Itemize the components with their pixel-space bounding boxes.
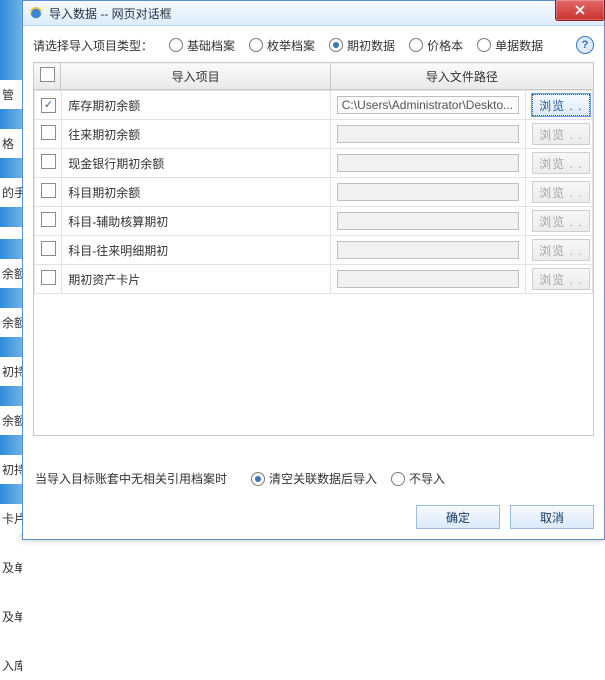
row-checkbox[interactable]: [41, 270, 56, 285]
radio-label: 单据数据: [495, 37, 543, 54]
type-radio[interactable]: 枚举档案: [249, 37, 315, 54]
header-path: 导入文件路径: [330, 63, 593, 90]
row-checkbox[interactable]: [41, 183, 56, 198]
dialog-title: 导入数据 -- 网页对话框: [49, 5, 172, 22]
type-radio[interactable]: 单据数据: [477, 37, 543, 54]
radio-icon: [391, 472, 405, 486]
cancel-button[interactable]: 取消: [510, 505, 594, 529]
row-item-label: 现金银行期初余额: [62, 149, 331, 178]
type-row: 请选择导入项目类型： 基础档案 枚举档案 期初数据 价格本 单据数据 ?: [33, 34, 594, 62]
row-path-input: [337, 270, 519, 288]
checkbox-icon: [40, 67, 55, 82]
sidebar-fragment: 的手: [0, 178, 22, 207]
sidebar-fragment: 及单: [0, 602, 22, 631]
help-icon[interactable]: ?: [576, 36, 594, 54]
footer-radio[interactable]: 清空关联数据后导入: [251, 470, 377, 487]
sidebar-fragment: 余额: [0, 406, 22, 435]
footer-options: 当导入目标账套中无相关引用档案时 清空关联数据后导入 不导入: [33, 466, 594, 491]
browse-button: 浏览 . .: [532, 152, 590, 174]
dialog-titlebar: 导入数据 -- 网页对话框: [23, 1, 604, 26]
sidebar-fragment: 格: [0, 129, 22, 158]
row-path-input: [337, 183, 519, 201]
radio-label: 价格本: [427, 37, 463, 54]
table-row: 期初资产卡片 浏览 . .: [35, 265, 593, 294]
row-checkbox[interactable]: [41, 98, 56, 113]
dialog-content: 请选择导入项目类型： 基础档案 枚举档案 期初数据 价格本 单据数据 ? 导入项目 导入…: [23, 26, 604, 539]
header-check-all[interactable]: [34, 63, 61, 90]
sidebar-fragment: 余额: [0, 308, 22, 337]
row-item-label: 库存期初余额: [62, 91, 331, 120]
type-label: 请选择导入项目类型：: [33, 37, 153, 54]
row-item-label: 科目期初余额: [62, 178, 331, 207]
table-row: 往来期初余额 浏览 . .: [35, 120, 593, 149]
type-radio[interactable]: 基础档案: [169, 37, 235, 54]
browse-button[interactable]: 浏览 . .: [532, 94, 590, 116]
row-item-label: 往来期初余额: [62, 120, 331, 149]
radio-icon: [169, 38, 183, 52]
radio-label: 清空关联数据后导入: [269, 470, 377, 487]
browse-button: 浏览 . .: [532, 181, 590, 203]
radio-label: 不导入: [409, 470, 445, 487]
browse-button: 浏览 . .: [532, 210, 590, 232]
type-radio[interactable]: 期初数据: [329, 37, 395, 54]
import-dialog: 导入数据 -- 网页对话框 请选择导入项目类型： 基础档案 枚举档案 期初数据 价格本…: [22, 0, 605, 540]
row-path-input: [337, 125, 519, 143]
radio-label: 基础档案: [187, 37, 235, 54]
sidebar-fragment: 卡片: [0, 504, 22, 533]
footer-radio[interactable]: 不导入: [391, 470, 445, 487]
radio-icon: [477, 38, 491, 52]
row-item-label: 科目-往来明细期初: [62, 236, 331, 265]
table-row: 科目-辅助核算期初 浏览 . .: [35, 207, 593, 236]
import-grid-header: 导入项目 导入文件路径: [33, 62, 594, 90]
header-item: 导入项目: [61, 63, 330, 90]
row-checkbox[interactable]: [41, 154, 56, 169]
row-item-label: 期初资产卡片: [62, 265, 331, 294]
row-checkbox[interactable]: [41, 125, 56, 140]
sidebar-fragment: 初持: [0, 357, 22, 386]
browse-button: 浏览 . .: [532, 268, 590, 290]
app-left-strip: 管格的手余额余额初持余额初持卡片及单及单入库: [0, 0, 22, 527]
radio-label: 枚举档案: [267, 37, 315, 54]
radio-icon: [409, 38, 423, 52]
close-button[interactable]: [555, 0, 605, 21]
table-row: 科目期初余额 浏览 . .: [35, 178, 593, 207]
row-path-input: [337, 154, 519, 172]
sidebar-fragment: 余额: [0, 259, 22, 288]
sidebar-fragment: 初持: [0, 455, 22, 484]
radio-icon: [329, 38, 343, 52]
row-checkbox[interactable]: [41, 212, 56, 227]
sidebar-fragment: 及单: [0, 553, 22, 582]
ie-icon: [29, 6, 43, 20]
table-row: 科目-往来明细期初 浏览 . .: [35, 236, 593, 265]
row-checkbox[interactable]: [41, 241, 56, 256]
browse-button: 浏览 . .: [532, 123, 590, 145]
row-path-input[interactable]: C:\Users\Administrator\Deskto...: [337, 96, 519, 114]
sidebar-fragment: 管: [0, 80, 22, 109]
import-grid-body: 库存期初余额 C:\Users\Administrator\Deskto... 浏览…: [34, 90, 593, 294]
row-item-label: 科目-辅助核算期初: [62, 207, 331, 236]
radio-label: 期初数据: [347, 37, 395, 54]
type-radio[interactable]: 价格本: [409, 37, 463, 54]
footer-label: 当导入目标账套中无相关引用档案时: [35, 470, 227, 487]
sidebar-fragment: 入库: [0, 651, 22, 680]
radio-icon: [251, 472, 265, 486]
radio-icon: [249, 38, 263, 52]
row-path-input: [337, 212, 519, 230]
sidebar-fragment: [0, 227, 22, 239]
ok-button[interactable]: 确定: [416, 505, 500, 529]
dialog-buttons: 确定 取消: [33, 505, 594, 529]
table-row: 现金银行期初余额 浏览 . .: [35, 149, 593, 178]
row-path-input: [337, 241, 519, 259]
browse-button: 浏览 . .: [532, 239, 590, 261]
close-icon: [575, 5, 585, 15]
table-row: 库存期初余额 C:\Users\Administrator\Deskto... 浏览…: [35, 91, 593, 120]
